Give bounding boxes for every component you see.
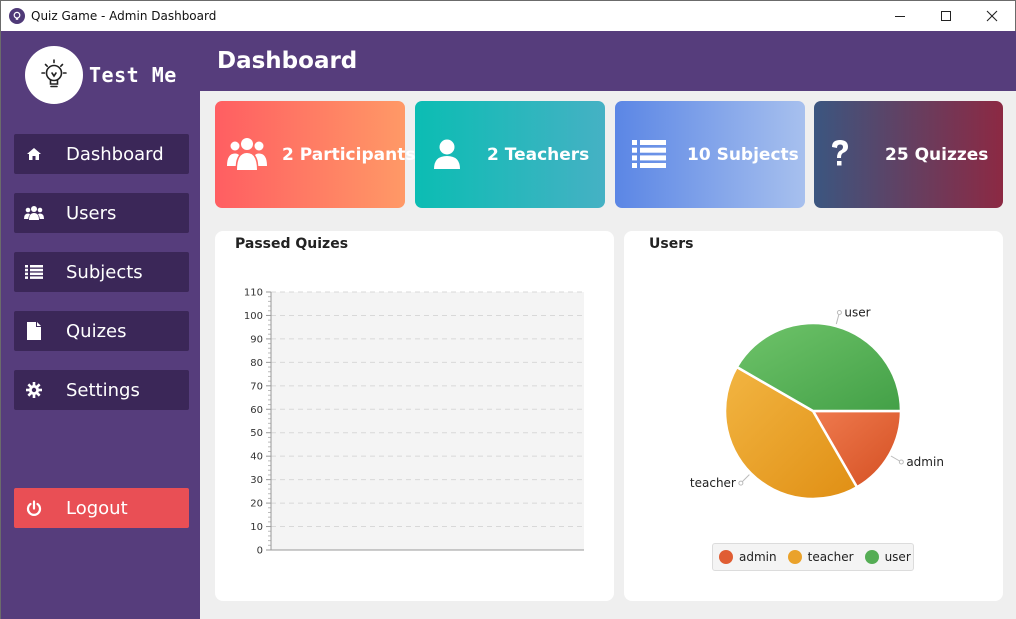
- participants-card[interactable]: 2 Participants: [215, 101, 415, 208]
- y-tick-label: 60: [250, 405, 263, 416]
- y-tick-label: 0: [257, 546, 263, 557]
- sidebar-item-label: Users: [66, 202, 117, 224]
- pie-label-user: user: [844, 305, 870, 319]
- sidebar-item-label: Subjects: [66, 261, 143, 283]
- home-icon: [14, 134, 54, 174]
- pie-label-teacher: teacher: [690, 476, 736, 490]
- close-button[interactable]: [969, 1, 1015, 31]
- logo-text: Test Me: [89, 63, 177, 87]
- page-title: Dashboard: [217, 48, 358, 74]
- plot-area: [271, 292, 584, 550]
- subjects-count: 10 Subjects: [687, 145, 799, 165]
- maximize-button[interactable]: [923, 1, 969, 31]
- y-tick-label: 70: [250, 381, 263, 392]
- passed-quizes-panel: Passed Quizes 0 10 20 30 40 50 60 70 80 90 100 110: [215, 231, 614, 601]
- gear-icon: [14, 370, 54, 410]
- logo: Test Me: [25, 46, 177, 104]
- y-tick-label: 90: [250, 334, 263, 345]
- legend-item: user: [864, 550, 911, 564]
- user-icon: [427, 131, 467, 177]
- pie-label-dot: [738, 480, 744, 486]
- users-icon: [227, 131, 267, 177]
- y-tick-label: 40: [250, 452, 263, 463]
- sidebar-item-subjects[interactable]: Subjects: [14, 252, 189, 292]
- maximize-icon: [941, 11, 951, 21]
- legend-item: teacher: [787, 550, 854, 564]
- pie-label-dot: [898, 459, 904, 465]
- y-tick-label: 20: [250, 499, 263, 510]
- y-tick-label: 110: [244, 288, 263, 299]
- y-tick-label: 50: [250, 428, 263, 439]
- lightbulb-icon: [25, 46, 83, 104]
- page-header: Dashboard: [200, 31, 1016, 91]
- list-icon: [14, 252, 54, 292]
- title-bar: Quiz Game - Admin Dashboard: [0, 0, 1016, 31]
- app-icon: [9, 8, 25, 24]
- sidebar-item-label: Settings: [66, 379, 140, 401]
- participants-count: 2 Participants: [282, 145, 416, 165]
- logout-button[interactable]: Logout: [14, 488, 189, 528]
- window-controls: [877, 1, 1015, 31]
- passed-quizes-chart: 0 10 20 30 40 50 60 70 80 90 100 110: [244, 288, 584, 557]
- users-panel: Users admin teacher user admin teacher use…: [624, 231, 1003, 601]
- legend-swatch: [864, 550, 879, 564]
- sidebar-item-label: Quizes: [66, 320, 127, 342]
- close-icon: [986, 10, 998, 22]
- sidebar-item-label: Dashboard: [66, 143, 164, 165]
- sidebar-item-quizes[interactable]: Quizes: [14, 311, 189, 351]
- legend-label: teacher: [807, 550, 854, 564]
- sidebar-item-dashboard[interactable]: Dashboard: [14, 134, 189, 174]
- legend-label: admin: [739, 550, 777, 564]
- window-title: Quiz Game - Admin Dashboard: [31, 9, 217, 23]
- quizzes-count: 25 Quizzes: [885, 145, 989, 165]
- sidebar-item-settings[interactable]: Settings: [14, 370, 189, 410]
- file-icon: [14, 311, 54, 351]
- list-icon: [629, 131, 669, 177]
- sidebar: Test Me Dashboard Users Subjects Quizes: [0, 31, 200, 619]
- minimize-button[interactable]: [877, 1, 923, 31]
- users-icon: [14, 193, 54, 233]
- y-tick-label: 30: [250, 475, 263, 486]
- teachers-card[interactable]: 2 Teachers: [415, 101, 605, 208]
- question-icon: [820, 131, 860, 177]
- teachers-count: 2 Teachers: [487, 145, 590, 165]
- legend-label: user: [884, 550, 911, 564]
- y-tick-label: 100: [244, 311, 263, 322]
- quizzes-card[interactable]: 25 Quizzes: [814, 101, 1003, 208]
- legend-swatch: [787, 550, 802, 564]
- pie-label-admin: admin: [906, 455, 944, 469]
- legend-swatch: [719, 550, 733, 564]
- sidebar-item-users[interactable]: Users: [14, 193, 189, 233]
- users-pie-chart: admin teacher user: [690, 305, 944, 501]
- pie-label-dot: [836, 309, 842, 315]
- subjects-card[interactable]: 10 Subjects: [615, 101, 805, 208]
- y-tick-label: 80: [250, 358, 263, 369]
- pie-legend: admin teacher user: [712, 543, 914, 571]
- legend-item: admin: [719, 550, 777, 564]
- logout-label: Logout: [66, 497, 128, 519]
- power-icon: [14, 488, 54, 528]
- minimize-icon: [895, 16, 905, 17]
- y-tick-label: 10: [250, 522, 263, 533]
- app-window: Quiz Game - Admin Dashboard Test Me Dash…: [0, 0, 1016, 619]
